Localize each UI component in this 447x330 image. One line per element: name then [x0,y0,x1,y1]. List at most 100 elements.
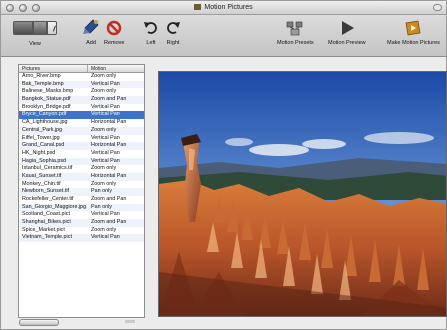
remove-label: Remove [104,40,125,46]
picture-name-cell: Newborn_Sunset.tif [22,188,70,195]
motion-type-cell[interactable]: Pan only [88,204,144,212]
motion-presets-button[interactable]: Motion Presets [277,19,314,46]
motion-type-cell[interactable]: Zoom only [88,88,144,96]
table-row[interactable]: Eiffel_Tower.jpg Vertical Pan [19,135,144,143]
motion-type-cell[interactable]: Zoom only [88,181,144,189]
picture-name-cell: Bangkok_Statue.pdf [22,96,71,103]
view-control[interactable]: View [13,19,57,47]
motion-type-cell[interactable]: Zoom and Pan [88,96,144,104]
toolbar-toggle-button[interactable] [433,4,442,11]
picture-name-cell: Shanghai_Bikes.pict [22,219,71,226]
table-row[interactable]: Vietnam_Temple.pict Vertical Pan [19,234,144,243]
motion-type-cell[interactable]: Vertical Pan [88,81,144,89]
app-window: Motion Pictures View Add Remove Left Rig… [0,0,447,330]
picture-name-cell: Kauai_Sunset.tif [22,172,62,179]
add-button[interactable]: Add [81,19,101,46]
table-row[interactable]: Bangkok_Statue.pdf Zoom and Pan [19,96,144,104]
view-label: View [29,41,41,47]
picture-name-cell: Brooklyn_Bridge.pdf [22,103,71,110]
pictures-table[interactable]: Pictures Motion Arno_River.bmp Zoom only B… [18,64,145,318]
motion-type-cell[interactable]: Vertical Pan [88,135,144,143]
view-icon-mode-button[interactable] [13,21,33,35]
table-row[interactable]: Central_Park.jpg Zoom only [19,126,144,135]
motion-type-cell[interactable]: Vertical Pan [88,150,144,158]
view-list-mode-button[interactable] [33,21,47,35]
table-row[interactable]: Monkey_Chin.tif Zoom only [19,181,144,189]
table-row[interactable]: Bak_Temple.bmp Vertical Pan [19,80,144,89]
table-row[interactable]: Bryce_Canyon.pdf Vertical Pan [19,111,144,120]
motion-type-cell[interactable]: Zoom and Pan [88,196,144,204]
motion-type-cell[interactable]: Vertical Pan [88,158,144,166]
table-row[interactable]: San_Giorgio_Maggiore.jpg Pan only [19,203,144,212]
left-label: Left [146,40,156,46]
motion-type-cell[interactable]: Zoom only [88,127,144,135]
remove-button[interactable]: Remove [104,19,124,46]
table-row[interactable]: Spice_Market.pict Zoom only [19,227,144,235]
table-row[interactable]: Arno_River.bmp Zoom only [19,73,144,81]
picture-preview [158,71,447,317]
picture-name-cell: Vietnam_Temple.pict [22,234,72,241]
window-title-text: Motion Pictures [204,4,253,11]
motion-type-cell[interactable]: Vertical Pan [88,234,144,242]
table-row[interactable]: Istanbul_Ceramics.tif Zoom only [19,165,144,173]
motion-presets-label: Motion Presets [277,40,314,46]
motion-type-cell[interactable]: Horizontal Pan [88,173,144,181]
motion-presets-icon [285,19,305,37]
remove-icon [104,19,124,37]
make-movie-icon [403,19,423,37]
picture-name-cell: HK_Night.psd [22,149,56,156]
table-row[interactable]: Balinese_Masks.bmp Zoom only [19,88,144,96]
add-label: Add [86,40,96,46]
picture-name-cell: Hagia_Sophia.psd [22,157,67,164]
picture-name-cell: Bryce_Canyon.pdf [22,111,67,118]
table-row[interactable]: Shanghai_Bikes.pict Zoom and Pan [19,219,144,227]
bryce-canyon-photo [159,72,446,316]
toolbar: View Add Remove Left Right Motion Preset… [1,15,446,57]
view-segmented-control[interactable] [13,21,57,35]
motion-type-cell[interactable]: Vertical Pan [88,104,144,112]
motion-type-cell[interactable]: Horizontal Pan [88,119,144,127]
picture-name-cell: San_Giorgio_Maggiore.jpg [22,203,87,210]
table-row[interactable]: Scotland_Coast.pict Vertical Pan [19,211,144,219]
motion-type-cell[interactable]: Vertical Pan [88,211,144,219]
motion-column-header[interactable]: Motion [88,65,144,72]
rotate-right-button[interactable]: Right [163,19,183,46]
rotate-right-icon [163,19,183,37]
rotate-left-button[interactable]: Left [141,19,161,46]
motion-preview-label: Motion Preview [328,40,366,46]
table-row[interactable]: Hagia_Sophia.psd Vertical Pan [19,157,144,166]
motion-type-cell[interactable]: Zoom only [88,227,144,235]
make-motion-pictures-button[interactable]: Make Motion Pictures [387,19,440,46]
picture-name-cell: Rockefeller_Center.tif [22,196,74,202]
table-row[interactable]: CA_Lighthouse.jpg Horizontal Pan [19,119,144,127]
sidebar-resize-handle[interactable] [125,320,135,323]
picture-name-cell: Bak_Temple.bmp [22,80,64,87]
title-bar: Motion Pictures [1,1,446,15]
add-icon [81,19,101,37]
picture-name-cell: Spice_Market.pict [22,226,65,233]
picture-name-cell: CA_Lighthouse.jpg [22,119,68,126]
table-row[interactable]: Kauai_Sunset.tif Horizontal Pan [19,172,144,181]
rotate-left-icon [141,19,161,37]
window-title: Motion Pictures [1,4,446,11]
motion-type-cell[interactable]: Vertical Pan [88,111,144,119]
table-header: Pictures Motion [19,65,144,73]
picture-name-cell: Balinese_Masks.bmp [22,88,74,95]
table-row[interactable]: Grand_Canal.psd Horizontal Pan [19,142,144,150]
pictures-column-header[interactable]: Pictures [19,65,88,72]
view-edit-icon[interactable] [47,21,57,35]
table-row[interactable]: Brooklyn_Bridge.pdf Vertical Pan [19,104,144,112]
motion-type-cell[interactable]: Horizontal Pan [88,142,144,150]
motion-type-cell[interactable]: Zoom only [88,73,144,81]
table-row[interactable]: HK_Night.psd Vertical Pan [19,150,144,158]
motion-type-cell[interactable]: Pan only [88,188,144,196]
motion-type-cell[interactable]: Zoom and Pan [88,219,144,227]
motion-preview-button[interactable]: Motion Preview [328,19,366,46]
motion-type-cell[interactable]: Zoom only [88,165,144,173]
table-row[interactable]: Rockefeller_Center.tif Zoom and Pan [19,196,144,204]
sidebar-action-button[interactable] [19,319,59,326]
right-label: Right [166,40,180,46]
table-row[interactable]: Newborn_Sunset.tif Pan only [19,188,144,196]
table-body: Arno_River.bmp Zoom only Bak_Temple.bmp Ver… [19,73,144,243]
make-motion-pictures-label: Make Motion Pictures [387,40,440,46]
